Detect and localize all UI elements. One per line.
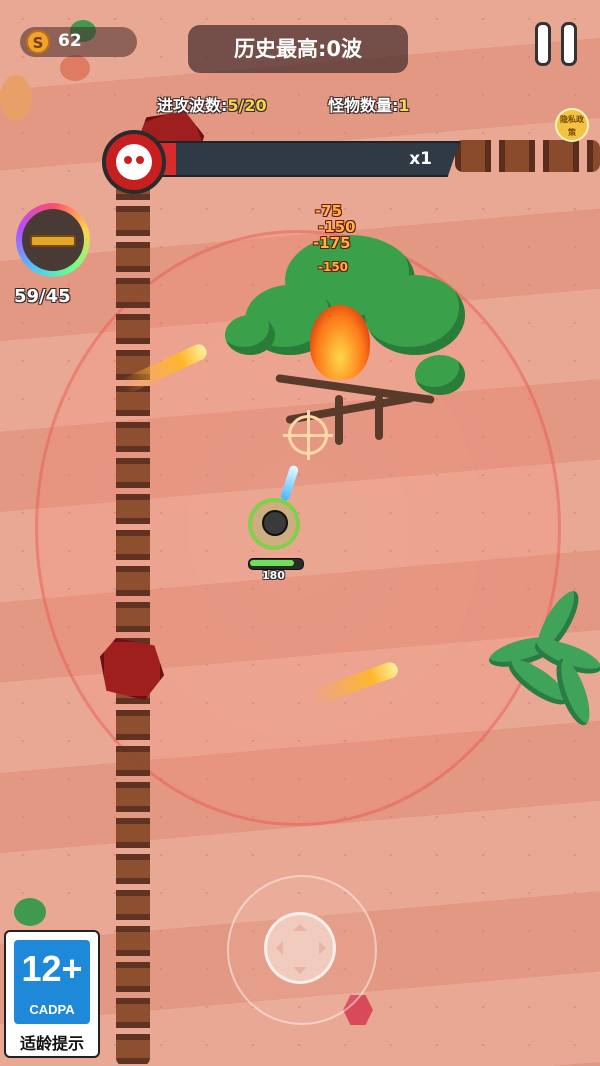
coin-icon: S xyxy=(26,30,50,54)
ammo-count: 59/45 xyxy=(14,286,71,307)
monster-value: 1 xyxy=(398,96,410,115)
privacy-policy-button[interactable]: 隐私政策 xyxy=(555,108,589,142)
boss-multiplier: x1 xyxy=(409,149,432,169)
tree-monster-boss xyxy=(225,235,475,445)
player-hp-fill xyxy=(250,560,295,566)
chain-horizontal xyxy=(455,140,600,172)
monster-info: 怪物数量:1 xyxy=(328,92,410,116)
weapon-gun-icon xyxy=(30,235,76,247)
best-record-banner: 历史最高:0波 xyxy=(188,25,408,73)
damage-number: -150 xyxy=(318,260,349,274)
wave-value: 5/20 xyxy=(227,96,267,115)
age-rating-org: CADPA xyxy=(29,1002,75,1017)
pause-button[interactable] xyxy=(533,20,581,68)
wave-label: 进攻波数: xyxy=(157,96,228,115)
joystick-icon[interactable] xyxy=(264,912,336,984)
chain-vertical xyxy=(116,170,150,1066)
pause-icon xyxy=(561,22,577,66)
palm-tree-decoration xyxy=(486,585,600,729)
target-crosshair-icon xyxy=(283,410,333,460)
fire-effect xyxy=(310,305,370,380)
bush-decoration xyxy=(0,75,32,121)
player-character xyxy=(262,510,288,536)
player-hp-value: 180 xyxy=(262,569,285,582)
coin-counter: S 62 xyxy=(20,27,137,57)
weapon-slot[interactable] xyxy=(16,203,90,277)
monster-label: 怪物数量: xyxy=(328,96,399,115)
age-rating-label: 适龄提示 xyxy=(19,1034,84,1053)
pause-icon xyxy=(535,22,551,66)
wave-info: 进攻波数:5/20 xyxy=(157,92,267,116)
age-rating-badge: 12+ CADPA 适龄提示 xyxy=(4,930,100,1058)
boss-demon-icon xyxy=(102,130,166,194)
bush-decoration xyxy=(60,55,90,81)
coin-amount: 62 xyxy=(58,31,82,51)
damage-number: -175 xyxy=(313,234,351,252)
boss-health-bar: x1 xyxy=(150,141,460,177)
bush-decoration xyxy=(14,898,46,926)
age-rating-value: 12+ xyxy=(21,948,83,989)
